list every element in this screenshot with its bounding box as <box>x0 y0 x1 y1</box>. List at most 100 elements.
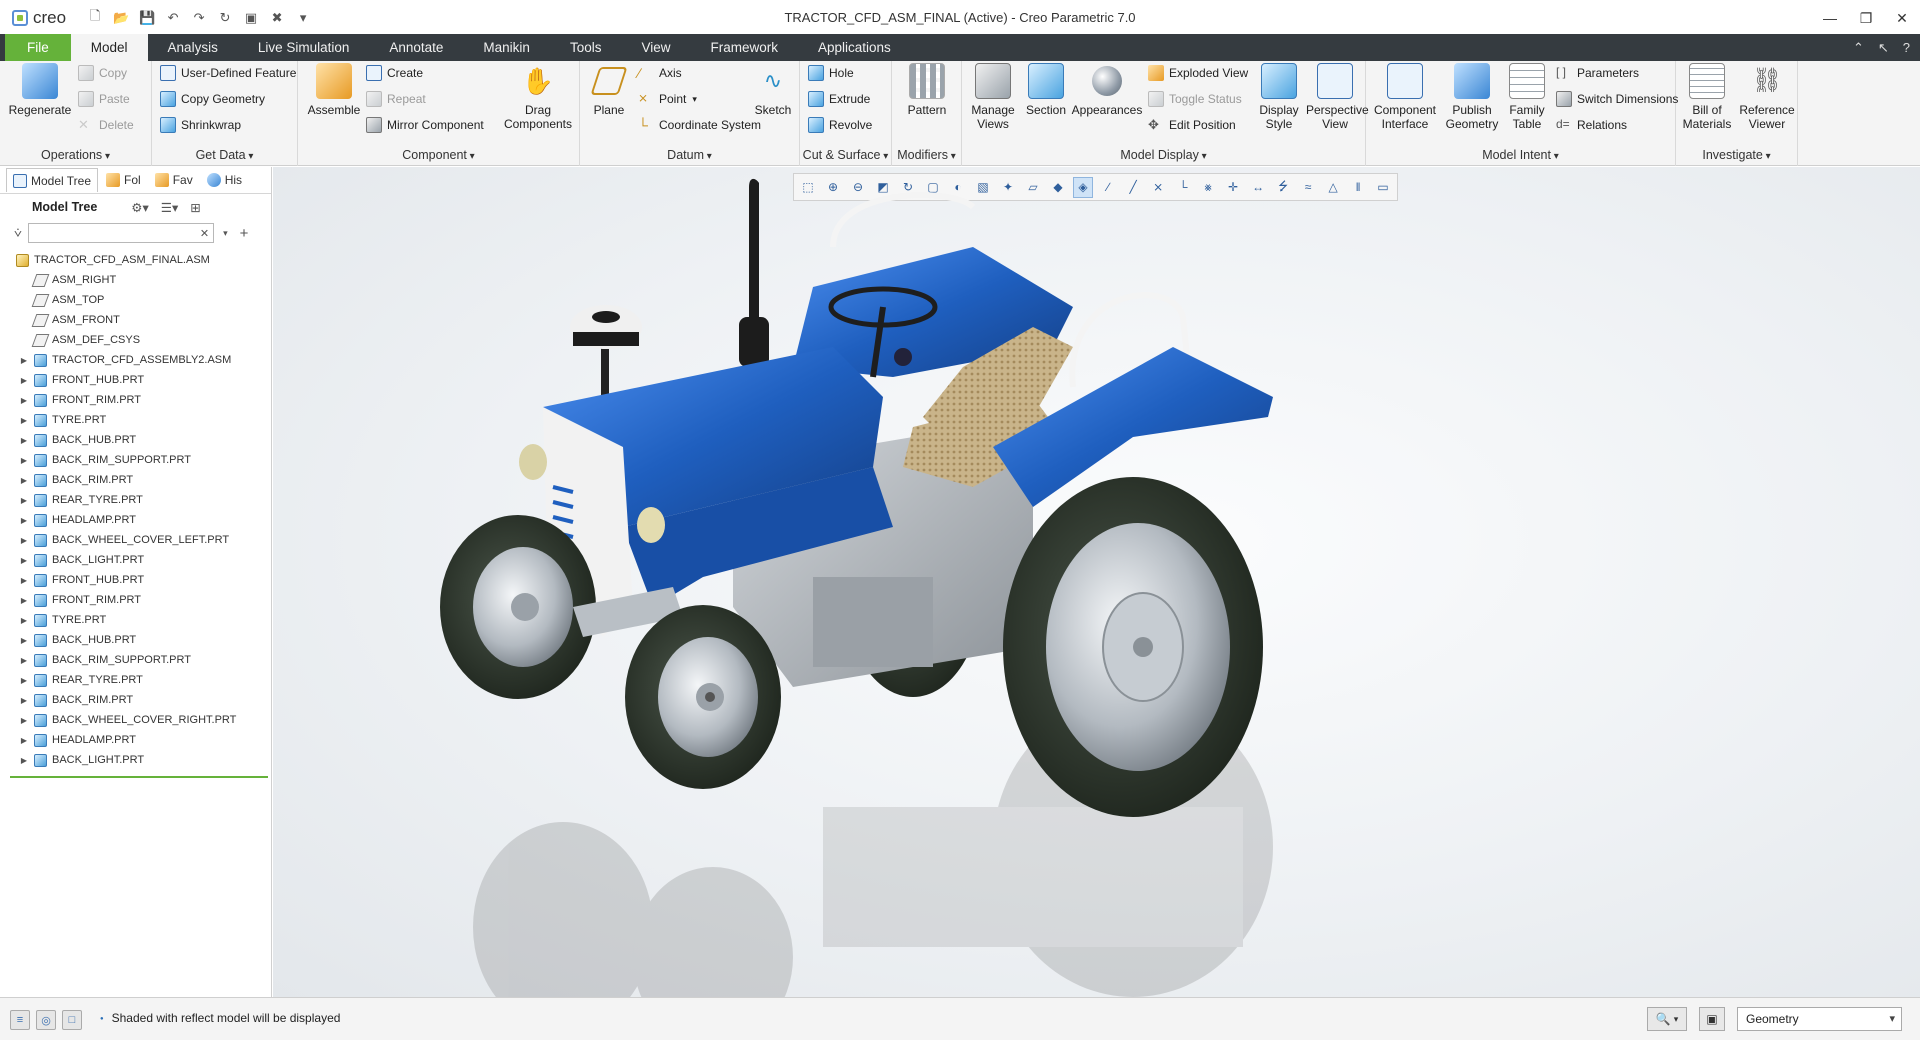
expand-icon[interactable]: ▶ <box>18 476 30 485</box>
relations-button[interactable]: d= Relations <box>1556 117 1627 133</box>
tab-tools[interactable]: Tools <box>550 34 622 61</box>
tab-annotate[interactable]: Annotate <box>369 34 463 61</box>
undo-icon[interactable]: ↶ <box>162 7 184 29</box>
shrinkwrap-button[interactable]: Shrinkwrap <box>160 117 241 133</box>
find-button[interactable]: 🔍 ▾ <box>1647 1007 1687 1031</box>
search-dropdown-icon[interactable]: ▾ <box>223 228 228 239</box>
repeat-button[interactable]: Repeat <box>366 91 426 107</box>
parameters-button[interactable]: [ ] Parameters <box>1556 65 1639 81</box>
minimize-ribbon-icon[interactable]: ⌃ <box>1853 40 1864 56</box>
full-screen-icon[interactable]: □ <box>62 1010 82 1030</box>
component-interface-button[interactable]: Component Interface <box>1370 63 1440 131</box>
tree-item[interactable]: ▶ BACK_RIM_SUPPORT.PRT <box>0 650 271 670</box>
tab-folder-browser[interactable]: Fol <box>100 168 147 192</box>
tree-item[interactable]: ▶ BACK_RIM.PRT <box>0 690 271 710</box>
hole-button[interactable]: Hole <box>808 65 854 81</box>
tree-item[interactable]: ▶ FRONT_HUB.PRT <box>0 370 271 390</box>
tree-item[interactable]: ASM_DEF_CSYS <box>0 330 271 350</box>
assemble-button[interactable]: Assemble <box>304 63 364 117</box>
tab-favorites[interactable]: Fav <box>149 168 199 192</box>
cut-surface-group-label[interactable]: Cut & Surface <box>800 148 891 162</box>
tree-item[interactable]: ▶ TYRE.PRT <box>0 610 271 630</box>
redo-icon[interactable]: ↷ <box>188 7 210 29</box>
tractor-model[interactable] <box>273 167 1920 997</box>
perspective-view-button[interactable]: Perspective View <box>1306 63 1369 131</box>
tree-insert-indicator[interactable] <box>10 776 268 778</box>
expand-icon[interactable]: ▶ <box>18 536 30 545</box>
tree-item[interactable]: TRACTOR_CFD_ASM_FINAL.ASM <box>0 250 271 270</box>
tree-show-icon[interactable]: ☰▾ <box>161 200 178 215</box>
modifiers-group-label[interactable]: Modifiers <box>892 148 961 162</box>
expand-icon[interactable]: ▶ <box>18 416 30 425</box>
section-button[interactable]: Section <box>1022 63 1070 117</box>
tree-item[interactable]: ASM_FRONT <box>0 310 271 330</box>
expand-icon[interactable]: ▶ <box>18 736 30 745</box>
graphics-window[interactable]: ⬚ ⊕ ⊖ ◩ ↻ ▢ ◐ ▧ ✦ ▱ ◆ ◈ ∕ ╱ ⨯ └ ⨳ ✛ ↔ ⭍ … <box>273 167 1920 997</box>
maximize-icon[interactable]: ❐ <box>1848 0 1884 36</box>
udf-button[interactable]: User-Defined Feature <box>160 65 296 81</box>
expand-icon[interactable]: ▶ <box>18 436 30 445</box>
get-data-group-label[interactable]: Get Data <box>152 148 297 162</box>
display-style-button[interactable]: Display Style <box>1254 63 1304 131</box>
close-icon[interactable]: ✕ <box>1884 0 1920 36</box>
sketch-button[interactable]: ∿ Sketch <box>750 63 796 117</box>
selection-filter-select[interactable]: Geometry <box>1737 1007 1902 1031</box>
expand-icon[interactable]: ▶ <box>18 356 30 365</box>
mirror-component-button[interactable]: Mirror Component <box>366 117 484 133</box>
tree-search-input[interactable] <box>27 223 214 243</box>
investigate-group-label[interactable]: Investigate <box>1676 148 1797 162</box>
paste-button[interactable]: Paste <box>78 91 130 107</box>
expand-icon[interactable]: ▶ <box>18 616 30 625</box>
tree-item[interactable]: ▶ FRONT_RIM.PRT <box>0 590 271 610</box>
tree-item[interactable]: ▶ BACK_WHEEL_COVER_LEFT.PRT <box>0 530 271 550</box>
expand-icon[interactable]: ▶ <box>18 656 30 665</box>
plane-button[interactable]: Plane <box>586 63 632 117</box>
point-dropdown-icon[interactable]: ▾ <box>692 94 697 105</box>
windows-icon[interactable]: ▣ <box>240 7 262 29</box>
point-button[interactable]: ⨯ Point ▾ <box>638 91 697 107</box>
expand-icon[interactable]: ▶ <box>18 516 30 525</box>
clear-search-icon[interactable]: ✕ <box>200 227 209 240</box>
family-table-button[interactable]: Family Table <box>1502 63 1552 131</box>
show-navigator-icon[interactable]: ≡ <box>10 1010 30 1030</box>
new-icon[interactable]: 🗋 <box>84 7 106 29</box>
tab-live-simulation[interactable]: Live Simulation <box>238 34 370 61</box>
toggle-status-button[interactable]: Toggle Status <box>1148 91 1242 107</box>
help-icon[interactable]: ? <box>1903 40 1910 55</box>
expand-icon[interactable]: ▶ <box>18 676 30 685</box>
publish-geometry-button[interactable]: Publish Geometry <box>1442 63 1502 131</box>
customize-qat-icon[interactable]: ▾ <box>292 7 314 29</box>
tree-item[interactable]: ▶ FRONT_RIM.PRT <box>0 390 271 410</box>
show-browser-icon[interactable]: ◎ <box>36 1010 56 1030</box>
tree-item[interactable]: ▶ HEADLAMP.PRT <box>0 730 271 750</box>
tree-item[interactable]: ▶ BACK_LIGHT.PRT <box>0 750 271 770</box>
tab-analysis[interactable]: Analysis <box>148 34 238 61</box>
expand-icon[interactable]: ▶ <box>18 556 30 565</box>
select-box-button[interactable]: ▣ <box>1699 1007 1725 1031</box>
regenerate-qat-icon[interactable]: ↻ <box>214 7 236 29</box>
model-display-group-label[interactable]: Model Display <box>962 148 1365 162</box>
tab-view[interactable]: View <box>621 34 690 61</box>
expand-icon[interactable]: ▶ <box>18 756 30 765</box>
model-intent-group-label[interactable]: Model Intent <box>1366 148 1675 162</box>
expand-icon[interactable]: ▶ <box>18 396 30 405</box>
save-icon[interactable]: 💾 <box>136 7 158 29</box>
tree-item[interactable]: ▶ REAR_TYRE.PRT <box>0 670 271 690</box>
filter-icon[interactable]: ⩒ <box>14 225 22 241</box>
tree-item[interactable]: ▶ TYRE.PRT <box>0 410 271 430</box>
open-icon[interactable]: 📂 <box>110 7 132 29</box>
pattern-button[interactable]: Pattern <box>900 63 954 117</box>
tab-framework[interactable]: Framework <box>691 34 799 61</box>
expand-icon[interactable]: ▶ <box>18 636 30 645</box>
tree-item[interactable]: ▶ FRONT_HUB.PRT <box>0 570 271 590</box>
expand-icon[interactable]: ▶ <box>18 456 30 465</box>
tree-item[interactable]: ▶ BACK_HUB.PRT <box>0 430 271 450</box>
tree-item[interactable]: ASM_TOP <box>0 290 271 310</box>
tree-item[interactable]: ▶ BACK_RIM.PRT <box>0 470 271 490</box>
expand-icon[interactable]: ▶ <box>18 716 30 725</box>
exploded-view-button[interactable]: Exploded View <box>1148 65 1248 81</box>
copy-geometry-button[interactable]: Copy Geometry <box>160 91 265 107</box>
tree-item[interactable]: ▶ BACK_WHEEL_COVER_RIGHT.PRT <box>0 710 271 730</box>
tab-history[interactable]: His <box>201 168 248 192</box>
minimize-icon[interactable]: — <box>1812 0 1848 36</box>
